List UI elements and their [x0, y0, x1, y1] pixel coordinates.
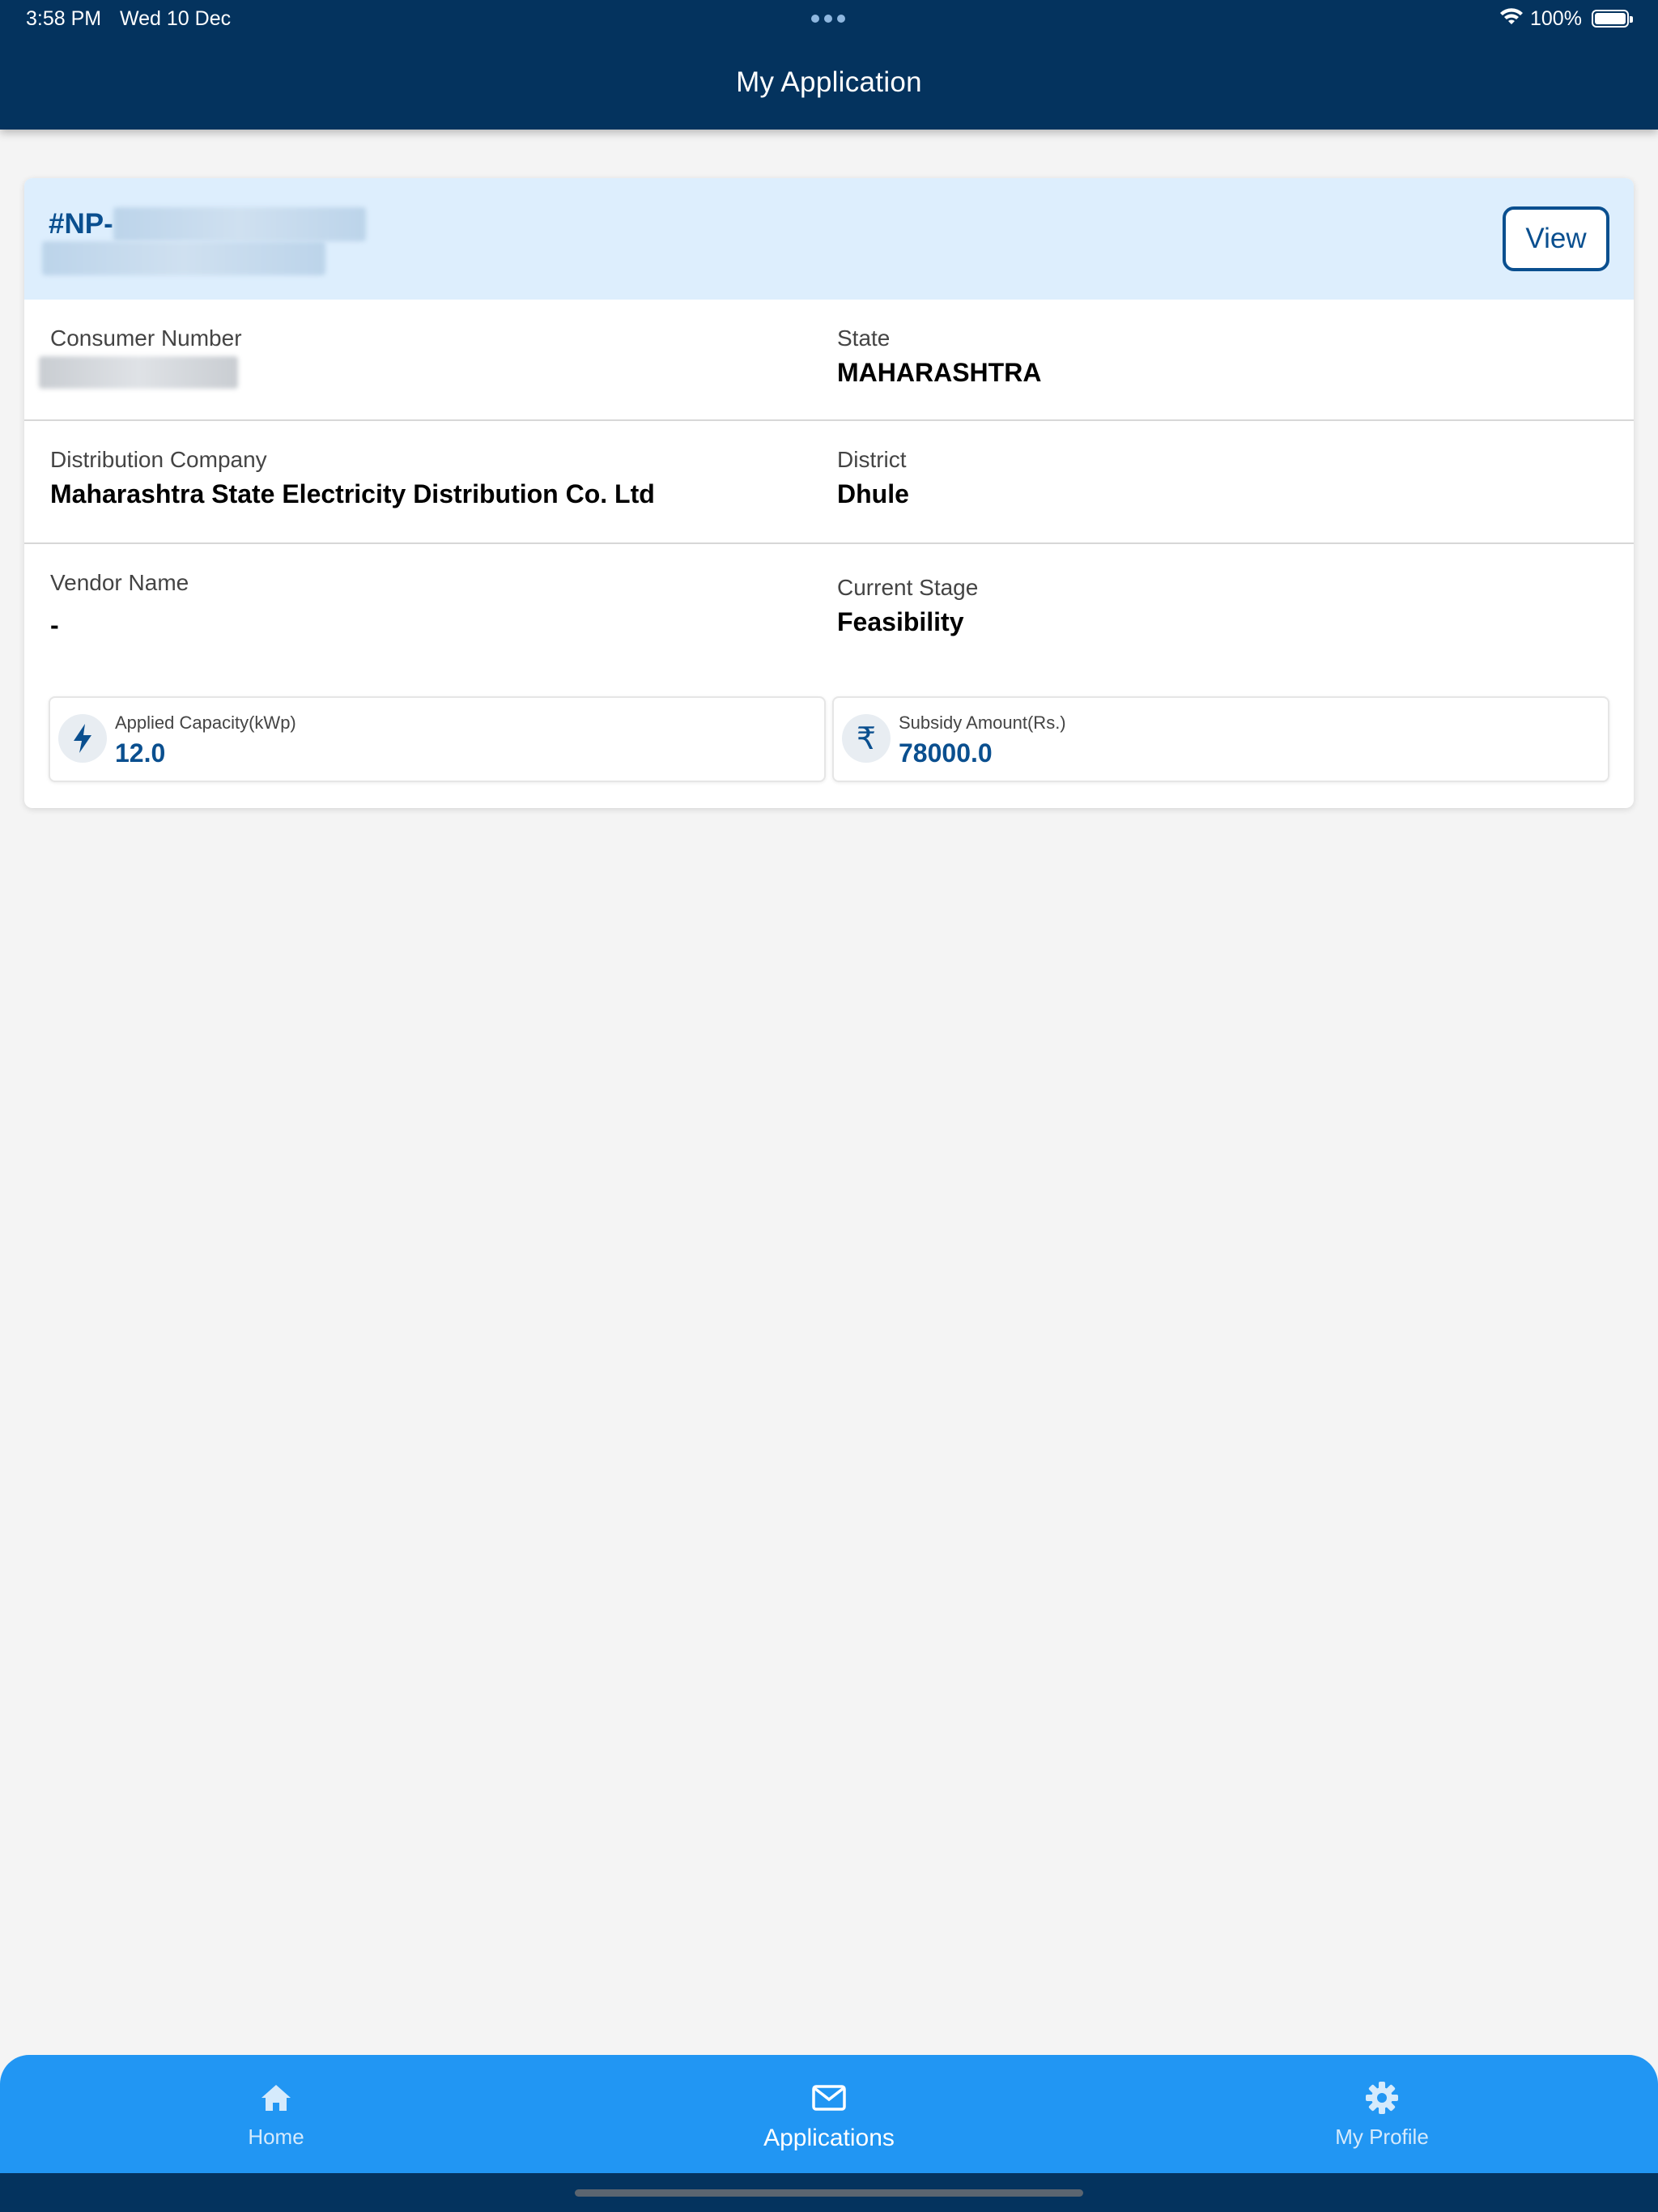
nav-applications[interactable]: Applications — [708, 2079, 950, 2152]
subsidy-amount-card: ₹ Subsidy Amount(Rs.) 78000.0 — [832, 696, 1609, 782]
application-id-prefix: #NP- — [49, 208, 113, 240]
redacted-application-id — [113, 207, 366, 241]
gear-icon — [1261, 2079, 1503, 2116]
nav-my-profile-label: My Profile — [1335, 2125, 1429, 2149]
district-label: District — [837, 447, 907, 472]
district-field: District Dhule — [837, 447, 909, 509]
current-stage-label: Current Stage — [837, 575, 979, 600]
top-app-bar: 3:58 PM Wed 10 Dec 100% My Application — [0, 0, 1658, 130]
distribution-company-value: Maharashtra State Electricity Distributi… — [50, 479, 655, 508]
status-date: Wed 10 Dec — [120, 7, 232, 30]
current-stage-field: Current Stage Feasibility — [837, 575, 978, 637]
nav-home-label: Home — [248, 2125, 304, 2149]
consumer-number-label: Consumer Number — [50, 325, 242, 351]
distribution-company-field: Distribution Company Maharashtra State E… — [50, 447, 655, 509]
details-row-1: Consumer Number State MAHARASHTRA — [24, 300, 1634, 421]
lightning-icon — [58, 714, 107, 763]
battery-icon — [1592, 10, 1633, 28]
redacted-application-date — [42, 241, 325, 275]
distribution-company-label: Distribution Company — [50, 447, 267, 472]
district-value: Dhule — [837, 479, 909, 508]
state-value: MAHARASHTRA — [837, 358, 1042, 387]
consumer-number-field: Consumer Number — [39, 325, 242, 389]
application-card-header: #NP- View — [24, 178, 1634, 300]
applied-capacity-card: Applied Capacity(kWp) 12.0 — [49, 696, 826, 782]
vendor-name-label: Vendor Name — [50, 570, 189, 595]
battery-percent: 100% — [1530, 7, 1582, 30]
home-indicator[interactable] — [575, 2189, 1083, 2197]
status-bar: 3:58 PM Wed 10 Dec 100% — [0, 0, 1658, 39]
nav-applications-label: Applications — [763, 2125, 895, 2151]
subsidy-amount-value: 78000.0 — [899, 738, 993, 768]
status-time: 3:58 PM — [26, 7, 102, 30]
multitasking-dots-icon[interactable] — [811, 15, 845, 23]
home-icon — [155, 2079, 397, 2116]
vendor-name-value: - — [50, 610, 59, 640]
view-button[interactable]: View — [1503, 206, 1609, 271]
bottom-navigation: Home Applications My Profile — [0, 2055, 1658, 2173]
details-row-2: Distribution Company Maharashtra State E… — [24, 421, 1634, 544]
state-label: State — [837, 325, 891, 351]
redacted-consumer-number — [39, 356, 238, 389]
wifi-icon — [1499, 7, 1524, 32]
applied-capacity-value: 12.0 — [115, 738, 166, 768]
current-stage-value: Feasibility — [837, 607, 964, 636]
application-card: #NP- View Consumer Number State MAHARASH… — [24, 178, 1634, 808]
home-indicator-bar — [0, 2173, 1658, 2212]
applied-capacity-label: Applied Capacity(kWp) — [115, 713, 296, 733]
rupee-icon: ₹ — [842, 714, 891, 763]
application-id: #NP- — [49, 207, 366, 241]
vendor-name-field: Vendor Name - — [50, 570, 189, 640]
nav-home[interactable]: Home — [155, 2079, 397, 2150]
mail-icon — [708, 2079, 950, 2116]
page-title: My Application — [736, 66, 922, 98]
nav-my-profile[interactable]: My Profile — [1261, 2079, 1503, 2150]
state-field: State MAHARASHTRA — [837, 325, 1041, 388]
subsidy-amount-label: Subsidy Amount(Rs.) — [899, 713, 1066, 733]
